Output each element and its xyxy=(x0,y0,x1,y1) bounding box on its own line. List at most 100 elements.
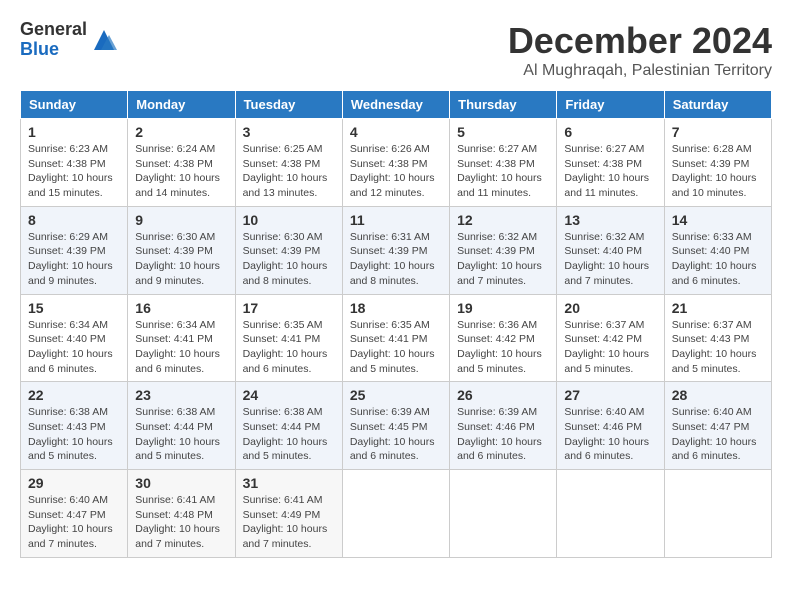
calendar-header-row: SundayMondayTuesdayWednesdayThursdayFrid… xyxy=(21,91,772,119)
day-number: 3 xyxy=(243,124,335,140)
logo-general: General xyxy=(20,20,87,40)
calendar-day-cell: 22 Sunrise: 6:38 AMSunset: 4:43 PMDayligh… xyxy=(21,382,128,470)
calendar-day-cell: 17Sunrise: 6:35 AMSunset: 4:41 PMDayligh… xyxy=(235,294,342,382)
calendar-day-cell xyxy=(664,470,771,558)
day-info: Sunrise: 6:41 AMSunset: 4:48 PMDaylight:… xyxy=(135,493,227,552)
calendar-week-row: 22 Sunrise: 6:38 AMSunset: 4:43 PMDayligh… xyxy=(21,382,772,470)
calendar-week-row: 15 Sunrise: 6:34 AMSunset: 4:40 PMDayligh… xyxy=(21,294,772,382)
weekday-header-friday: Friday xyxy=(557,91,664,119)
calendar-day-cell: 29 Sunrise: 6:40 AMSunset: 4:47 PMDayligh… xyxy=(21,470,128,558)
day-info: Sunrise: 6:30 AMSunset: 4:39 PMDaylight:… xyxy=(135,230,227,289)
day-info: Sunrise: 6:27 AMSunset: 4:38 PMDaylight:… xyxy=(457,142,549,201)
calendar-day-cell: 12 Sunrise: 6:32 AMSunset: 4:39 PMDayligh… xyxy=(450,206,557,294)
calendar-day-cell: 15 Sunrise: 6:34 AMSunset: 4:40 PMDayligh… xyxy=(21,294,128,382)
calendar-day-cell: 20 Sunrise: 6:37 AMSunset: 4:42 PMDayligh… xyxy=(557,294,664,382)
calendar-day-cell: 4Sunrise: 6:26 AMSunset: 4:38 PMDaylight… xyxy=(342,119,449,207)
day-info: Sunrise: 6:30 AMSunset: 4:39 PMDaylight:… xyxy=(243,230,335,289)
day-number: 10 xyxy=(243,212,335,228)
day-info: Sunrise: 6:32 AMSunset: 4:40 PMDaylight:… xyxy=(564,230,656,289)
day-info: Sunrise: 6:29 AMSunset: 4:39 PMDaylight:… xyxy=(28,230,120,289)
day-number: 26 xyxy=(457,387,549,403)
day-info: Sunrise: 6:41 AMSunset: 4:49 PMDaylight:… xyxy=(243,493,335,552)
day-info: Sunrise: 6:24 AMSunset: 4:38 PMDaylight:… xyxy=(135,142,227,201)
calendar-day-cell: 21 Sunrise: 6:37 AMSunset: 4:43 PMDayligh… xyxy=(664,294,771,382)
day-info: Sunrise: 6:39 AMSunset: 4:45 PMDaylight:… xyxy=(350,405,442,464)
calendar-day-cell xyxy=(342,470,449,558)
calendar-day-cell: 16Sunrise: 6:34 AMSunset: 4:41 PMDayligh… xyxy=(128,294,235,382)
day-info: Sunrise: 6:33 AMSunset: 4:40 PMDaylight:… xyxy=(672,230,764,289)
day-number: 29 xyxy=(28,475,120,491)
calendar-week-row: 8 Sunrise: 6:29 AMSunset: 4:39 PMDaylight… xyxy=(21,206,772,294)
day-number: 27 xyxy=(564,387,656,403)
calendar-day-cell: 27 Sunrise: 6:40 AMSunset: 4:46 PMDayligh… xyxy=(557,382,664,470)
day-number: 15 xyxy=(28,300,120,316)
day-number: 25 xyxy=(350,387,442,403)
day-number: 30 xyxy=(135,475,227,491)
calendar-day-cell: 2 Sunrise: 6:24 AMSunset: 4:38 PMDaylight… xyxy=(128,119,235,207)
calendar-day-cell: 7 Sunrise: 6:28 AMSunset: 4:39 PMDaylight… xyxy=(664,119,771,207)
calendar-day-cell: 19Sunrise: 6:36 AMSunset: 4:42 PMDayligh… xyxy=(450,294,557,382)
day-info: Sunrise: 6:35 AMSunset: 4:41 PMDaylight:… xyxy=(243,318,335,377)
day-number: 9 xyxy=(135,212,227,228)
weekday-header-monday: Monday xyxy=(128,91,235,119)
calendar-day-cell: 14 Sunrise: 6:33 AMSunset: 4:40 PMDayligh… xyxy=(664,206,771,294)
title-section: December 2024 Al Mughraqah, Palestinian … xyxy=(508,20,772,80)
calendar-day-cell: 31Sunrise: 6:41 AMSunset: 4:49 PMDayligh… xyxy=(235,470,342,558)
calendar-day-cell: 24Sunrise: 6:38 AMSunset: 4:44 PMDayligh… xyxy=(235,382,342,470)
day-info: Sunrise: 6:40 AMSunset: 4:46 PMDaylight:… xyxy=(564,405,656,464)
day-info: Sunrise: 6:38 AMSunset: 4:44 PMDaylight:… xyxy=(135,405,227,464)
day-number: 14 xyxy=(672,212,764,228)
weekday-header-tuesday: Tuesday xyxy=(235,91,342,119)
day-number: 22 xyxy=(28,387,120,403)
calendar-day-cell: 23 Sunrise: 6:38 AMSunset: 4:44 PMDayligh… xyxy=(128,382,235,470)
day-info: Sunrise: 6:34 AMSunset: 4:40 PMDaylight:… xyxy=(28,318,120,377)
calendar-day-cell: 26 Sunrise: 6:39 AMSunset: 4:46 PMDayligh… xyxy=(450,382,557,470)
calendar-table: SundayMondayTuesdayWednesdayThursdayFrid… xyxy=(20,90,772,558)
day-info: Sunrise: 6:35 AMSunset: 4:41 PMDaylight:… xyxy=(350,318,442,377)
day-number: 6 xyxy=(564,124,656,140)
day-number: 5 xyxy=(457,124,549,140)
logo-icon xyxy=(89,25,119,55)
day-info: Sunrise: 6:23 AMSunset: 4:38 PMDaylight:… xyxy=(28,142,120,201)
day-number: 8 xyxy=(28,212,120,228)
day-number: 21 xyxy=(672,300,764,316)
weekday-header-wednesday: Wednesday xyxy=(342,91,449,119)
day-info: Sunrise: 6:37 AMSunset: 4:43 PMDaylight:… xyxy=(672,318,764,377)
day-info: Sunrise: 6:38 AMSunset: 4:43 PMDaylight:… xyxy=(28,405,120,464)
logo: General Blue xyxy=(20,20,119,60)
day-info: Sunrise: 6:32 AMSunset: 4:39 PMDaylight:… xyxy=(457,230,549,289)
calendar-day-cell: 8 Sunrise: 6:29 AMSunset: 4:39 PMDaylight… xyxy=(21,206,128,294)
day-info: Sunrise: 6:40 AMSunset: 4:47 PMDaylight:… xyxy=(28,493,120,552)
day-info: Sunrise: 6:38 AMSunset: 4:44 PMDaylight:… xyxy=(243,405,335,464)
weekday-header-saturday: Saturday xyxy=(664,91,771,119)
day-info: Sunrise: 6:37 AMSunset: 4:42 PMDaylight:… xyxy=(564,318,656,377)
day-number: 7 xyxy=(672,124,764,140)
day-number: 28 xyxy=(672,387,764,403)
day-number: 13 xyxy=(564,212,656,228)
day-number: 19 xyxy=(457,300,549,316)
calendar-week-row: 1Sunrise: 6:23 AMSunset: 4:38 PMDaylight… xyxy=(21,119,772,207)
calendar-day-cell: 13 Sunrise: 6:32 AMSunset: 4:40 PMDayligh… xyxy=(557,206,664,294)
calendar-day-cell: 18 Sunrise: 6:35 AMSunset: 4:41 PMDayligh… xyxy=(342,294,449,382)
calendar-day-cell xyxy=(450,470,557,558)
weekday-header-thursday: Thursday xyxy=(450,91,557,119)
day-number: 12 xyxy=(457,212,549,228)
day-info: Sunrise: 6:39 AMSunset: 4:46 PMDaylight:… xyxy=(457,405,549,464)
calendar-day-cell: 3Sunrise: 6:25 AMSunset: 4:38 PMDaylight… xyxy=(235,119,342,207)
logo-blue: Blue xyxy=(20,40,87,60)
day-number: 11 xyxy=(350,212,442,228)
calendar-day-cell: 1Sunrise: 6:23 AMSunset: 4:38 PMDaylight… xyxy=(21,119,128,207)
calendar-day-cell: 25 Sunrise: 6:39 AMSunset: 4:45 PMDayligh… xyxy=(342,382,449,470)
day-info: Sunrise: 6:34 AMSunset: 4:41 PMDaylight:… xyxy=(135,318,227,377)
day-number: 2 xyxy=(135,124,227,140)
day-info: Sunrise: 6:27 AMSunset: 4:38 PMDaylight:… xyxy=(564,142,656,201)
calendar-day-cell: 10 Sunrise: 6:30 AMSunset: 4:39 PMDayligh… xyxy=(235,206,342,294)
day-number: 23 xyxy=(135,387,227,403)
day-info: Sunrise: 6:31 AMSunset: 4:39 PMDaylight:… xyxy=(350,230,442,289)
weekday-header-sunday: Sunday xyxy=(21,91,128,119)
day-info: Sunrise: 6:40 AMSunset: 4:47 PMDaylight:… xyxy=(672,405,764,464)
day-number: 20 xyxy=(564,300,656,316)
day-info: Sunrise: 6:28 AMSunset: 4:39 PMDaylight:… xyxy=(672,142,764,201)
calendar-day-cell: 30 Sunrise: 6:41 AMSunset: 4:48 PMDayligh… xyxy=(128,470,235,558)
day-number: 18 xyxy=(350,300,442,316)
